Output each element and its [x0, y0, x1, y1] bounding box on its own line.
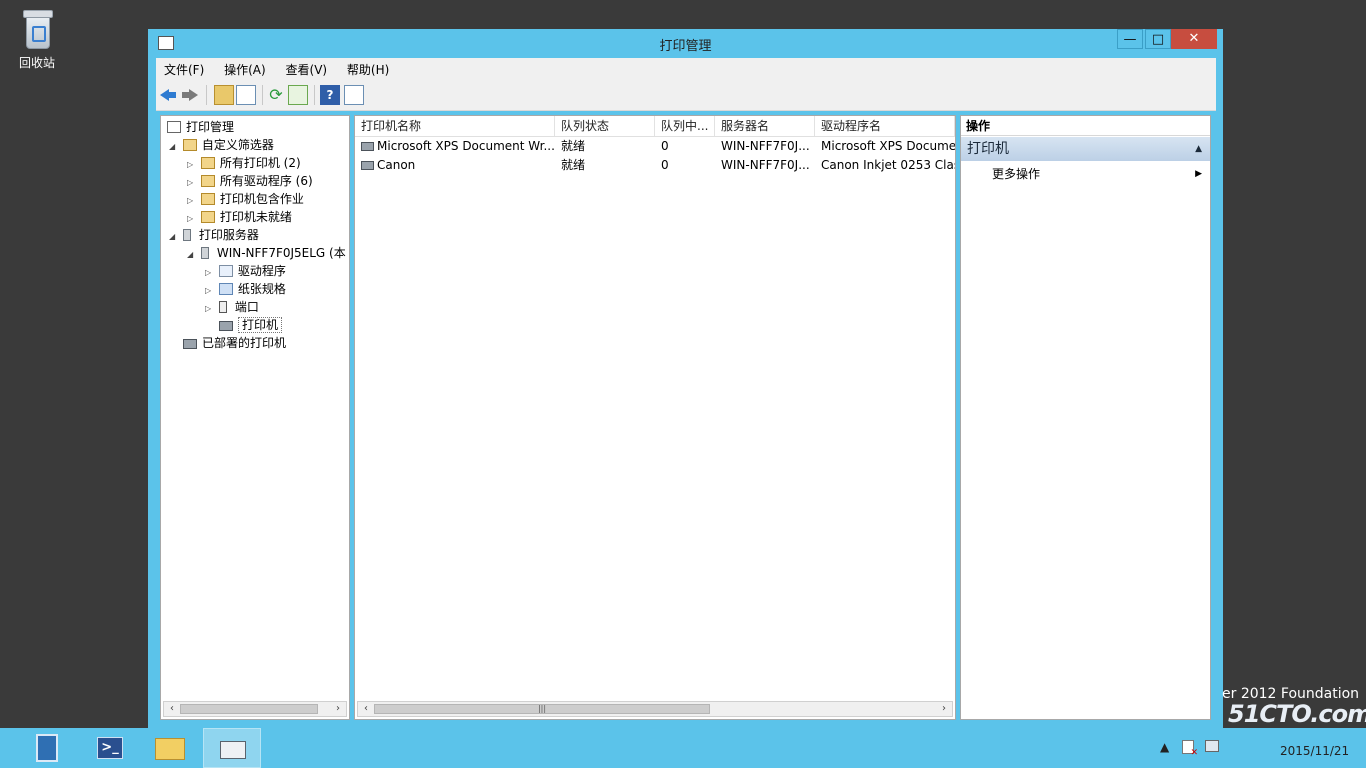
- scroll-right-icon[interactable]: ›: [936, 702, 952, 716]
- server-icon: [182, 229, 191, 241]
- taskbar: >_ ▲ 2015/11/21: [0, 728, 1366, 768]
- action-center-icon[interactable]: [1182, 740, 1198, 758]
- network-icon[interactable]: [1205, 740, 1219, 752]
- refresh-icon[interactable]: ⟳: [266, 85, 286, 105]
- tree-node-deployed-printers[interactable]: 已部署的打印机: [183, 334, 286, 352]
- collapse-up-icon[interactable]: ▲: [1195, 137, 1202, 161]
- powershell-button[interactable]: >_: [80, 728, 138, 768]
- server-manager-icon: [36, 734, 58, 762]
- collapse-icon[interactable]: ◢: [169, 228, 179, 246]
- minimize-button[interactable]: —: [1117, 29, 1143, 49]
- table-row[interactable]: Canon 就绪 0 WIN-NFF7F0J... Canon Inkjet 0…: [355, 156, 955, 175]
- column-header: 打印机名称 队列状态 队列中... 服务器名 驱动程序名: [355, 116, 955, 137]
- recycle-bin-icon: [19, 6, 55, 50]
- tree-node-printers-with-jobs[interactable]: ▷ 打印机包含作业: [187, 190, 304, 208]
- menu-bar: 文件(F) 操作(A) 查看(V) 帮助(H): [156, 58, 1216, 80]
- scroll-thumb[interactable]: [180, 704, 318, 714]
- site-watermark-logo: 51CTO.com: [1228, 700, 1366, 728]
- actions-pane: 操作 打印机 ▲ 更多操作 ▶: [960, 115, 1211, 720]
- filter-icon: [200, 193, 215, 205]
- tree-node-custom-filters[interactable]: ◢ 自定义筛选器: [169, 136, 274, 154]
- server-manager-button[interactable]: [16, 728, 74, 768]
- list-horizontal-scrollbar[interactable]: ‹ ||| ›: [357, 701, 953, 717]
- file-explorer-icon: [155, 738, 185, 760]
- submenu-arrow-icon: ▶: [1195, 169, 1202, 179]
- printer-icon: [361, 161, 374, 170]
- recycle-bin[interactable]: 回收站: [14, 6, 60, 71]
- tree-node-print-management[interactable]: 打印管理: [167, 118, 234, 136]
- filter-icon: [200, 175, 215, 187]
- scroll-right-icon[interactable]: ›: [330, 702, 346, 716]
- scroll-thumb[interactable]: |||: [374, 704, 710, 714]
- filter-icon: [182, 139, 197, 151]
- filter-icon: [200, 157, 215, 169]
- tree-node-forms[interactable]: ▷ 纸张规格: [205, 280, 286, 298]
- menu-help[interactable]: 帮助(H): [339, 58, 397, 81]
- table-row[interactable]: Microsoft XPS Document Wr... 就绪 0 WIN-NF…: [355, 137, 955, 156]
- tree-node-all-printers[interactable]: ▷ 所有打印机 (2): [187, 154, 301, 172]
- file-explorer-button[interactable]: [141, 728, 199, 768]
- show-hidden-icons[interactable]: ▲: [1160, 740, 1169, 754]
- menu-action[interactable]: 操作(A): [216, 58, 274, 81]
- tree-node-drivers[interactable]: ▷ 驱动程序: [205, 262, 286, 280]
- help-icon[interactable]: ?: [320, 85, 340, 105]
- actions-section-printers[interactable]: 打印机 ▲: [961, 137, 1210, 161]
- print-management-icon: [167, 121, 181, 133]
- column-jobs-in-queue[interactable]: 队列中...: [655, 116, 715, 136]
- tree-node-server[interactable]: ◢ WIN-NFF7F0J5ELG (本: [187, 244, 346, 262]
- console-tree: 打印管理 ◢ 自定义筛选器 ▷ 所有打印机 (2) ▷ 所有驱动程序 (6) ▷…: [160, 115, 350, 720]
- tree-node-printers-not-ready[interactable]: ▷ 打印机未就绪: [187, 208, 292, 226]
- collapse-icon[interactable]: ◢: [169, 138, 179, 156]
- tree-node-all-drivers[interactable]: ▷ 所有驱动程序 (6): [187, 172, 313, 190]
- scroll-left-icon[interactable]: ‹: [164, 702, 180, 716]
- close-button[interactable]: ✕: [1171, 29, 1217, 49]
- export-icon[interactable]: [288, 85, 308, 105]
- toolbar: ⟳ ?: [156, 80, 1216, 111]
- port-icon: [218, 301, 227, 313]
- window-title: 打印管理: [659, 39, 712, 54]
- maximize-button[interactable]: □: [1145, 29, 1171, 49]
- more-actions-item[interactable]: 更多操作 ▶: [961, 164, 1210, 184]
- properties-icon[interactable]: [344, 85, 364, 105]
- filter-icon: [200, 211, 215, 223]
- powershell-icon: >_: [97, 737, 123, 759]
- column-queue-status[interactable]: 队列状态: [555, 116, 655, 136]
- menu-view[interactable]: 查看(V): [278, 58, 336, 81]
- column-printer-name[interactable]: 打印机名称: [355, 116, 555, 136]
- print-management-window: 打印管理 — □ ✕ 文件(F) 操作(A) 查看(V) 帮助(H) ⟳ ? 打…: [148, 29, 1223, 729]
- recycle-bin-label: 回收站: [18, 56, 55, 70]
- print-management-icon: [220, 741, 246, 759]
- server-icon: [200, 247, 209, 259]
- tree-node-printers[interactable]: 打印机: [219, 316, 283, 334]
- driver-icon: [218, 265, 233, 277]
- printer-icon: [361, 142, 374, 151]
- column-driver-name[interactable]: 驱动程序名: [815, 116, 955, 136]
- console-tree-icon[interactable]: [236, 85, 256, 105]
- tree-node-ports[interactable]: ▷ 端口: [205, 298, 259, 316]
- up-folder-icon[interactable]: [214, 85, 234, 105]
- printer-list: 打印机名称 队列状态 队列中... 服务器名 驱动程序名 Microsoft X…: [354, 115, 956, 720]
- forward-arrow-icon[interactable]: [180, 85, 200, 105]
- scroll-left-icon[interactable]: ‹: [358, 702, 374, 716]
- title-bar[interactable]: 打印管理 — □ ✕: [148, 29, 1223, 56]
- back-arrow-icon[interactable]: [158, 85, 178, 105]
- paper-forms-icon: [218, 283, 233, 295]
- column-server-name[interactable]: 服务器名: [715, 116, 815, 136]
- printer-icon: [219, 321, 233, 331]
- clock[interactable]: 2015/11/21: [1280, 744, 1349, 758]
- printer-icon: [183, 339, 197, 349]
- collapse-icon[interactable]: ◢: [187, 246, 197, 264]
- tree-node-print-servers[interactable]: ◢ 打印服务器: [169, 226, 259, 244]
- tree-horizontal-scrollbar[interactable]: ‹ ›: [163, 701, 347, 717]
- actions-header: 操作: [961, 116, 1210, 136]
- print-management-taskbar-button[interactable]: [203, 728, 261, 768]
- menu-file[interactable]: 文件(F): [156, 58, 212, 81]
- expand-icon[interactable]: ▷: [205, 300, 215, 318]
